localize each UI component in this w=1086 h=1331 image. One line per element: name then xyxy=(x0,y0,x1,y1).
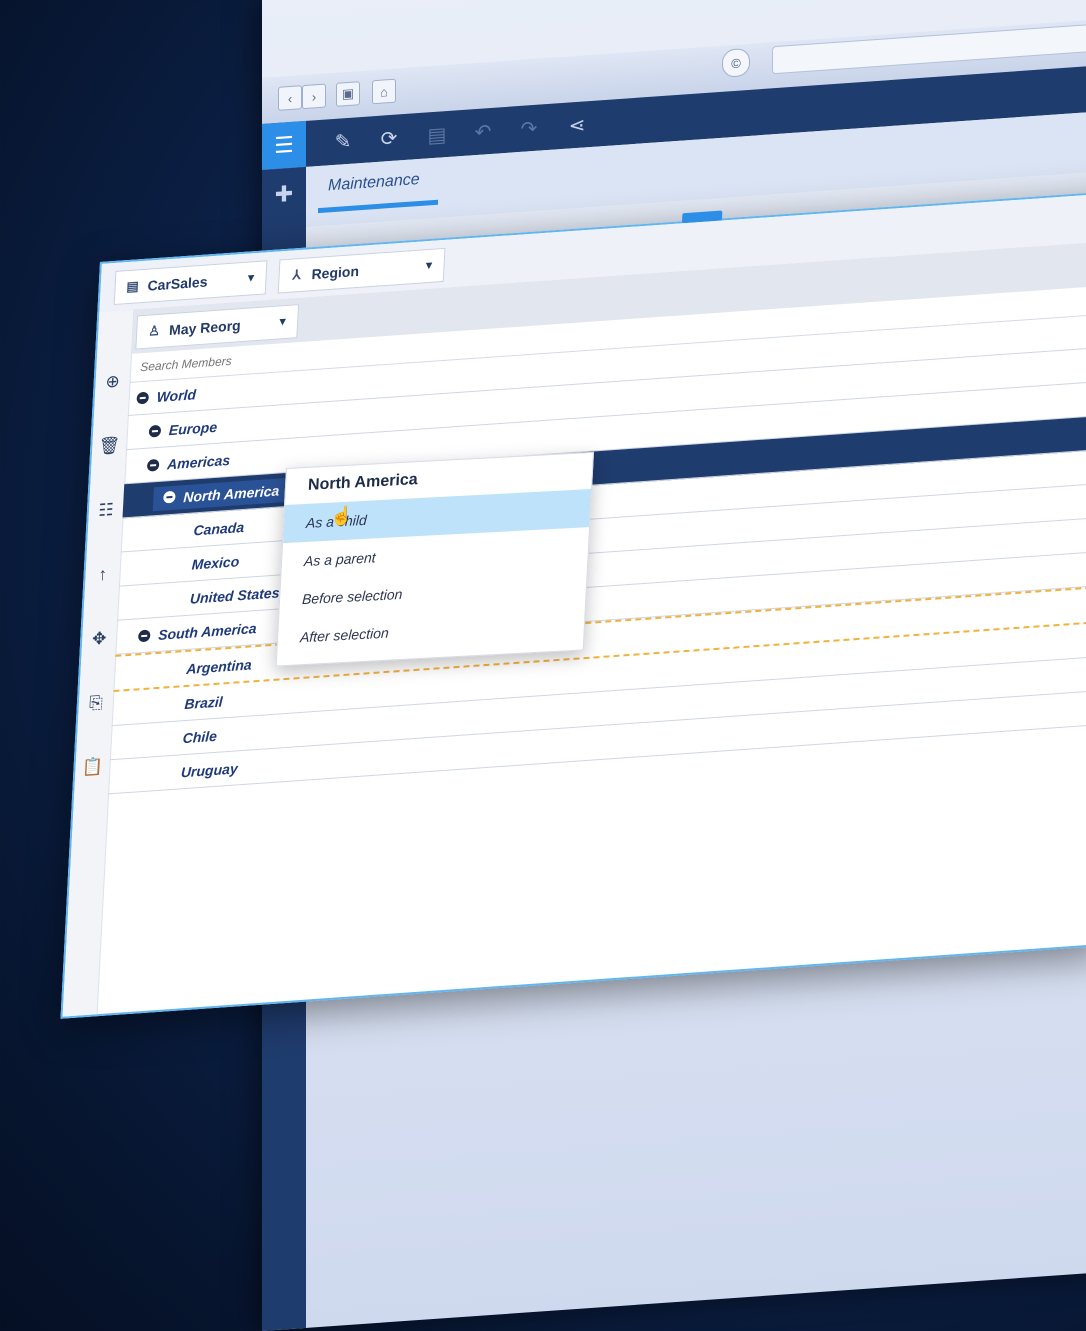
hierarchy-icon: ⅄ xyxy=(292,266,301,283)
chevron-down-icon: ▼ xyxy=(423,259,435,273)
indent-icon[interactable]: ☷ xyxy=(88,496,123,524)
tree-row-label: World xyxy=(156,385,197,405)
tree-row-label: Americas xyxy=(166,451,231,472)
copy-icon[interactable]: ⎘ xyxy=(78,689,113,717)
cube-dropdown[interactable]: ▤ CarSales ▼ xyxy=(113,260,268,306)
tree-row-label: Mexico xyxy=(191,552,240,573)
tree-row-label-selected: North America xyxy=(152,477,290,511)
paste-icon[interactable]: 📋 xyxy=(75,753,110,781)
pencil-icon[interactable]: ✎ xyxy=(328,125,358,157)
dimension-dropdown[interactable]: ⅄ Region ▼ xyxy=(277,247,446,294)
window-icon[interactable]: ▣ xyxy=(336,81,360,107)
tree-row-label: Uruguay xyxy=(180,759,239,780)
collapse-icon[interactable] xyxy=(136,391,150,404)
move-up-icon[interactable]: ↑ xyxy=(85,561,120,589)
move-icon[interactable]: ✥ xyxy=(82,625,117,653)
tree-row-label: United States xyxy=(189,583,280,607)
tree-row-label: Argentina xyxy=(185,655,253,677)
tree-row-label: Chile xyxy=(182,727,218,746)
add-icon[interactable]: ✚ xyxy=(262,175,306,214)
tree-row-label: Europe xyxy=(168,418,218,438)
add-member-icon[interactable]: ⊕ xyxy=(95,368,130,396)
address-bar[interactable] xyxy=(772,22,1086,75)
tab-active-indicator xyxy=(318,199,438,214)
back-icon[interactable]: ‹ xyxy=(278,85,302,111)
hierarchy-dropdown[interactable]: ♙ May Reorg ▼ xyxy=(135,304,300,350)
org-chart-icon: ♙ xyxy=(147,322,161,339)
menu-icon[interactable]: ☰ xyxy=(262,120,306,170)
member-tree: World Europe Americas North America Cana… xyxy=(108,311,1086,795)
tab-maintenance[interactable]: Maintenance xyxy=(328,171,420,195)
share-icon[interactable]: ⋖ xyxy=(562,109,592,141)
forward-icon[interactable]: › xyxy=(302,83,326,110)
delete-icon[interactable]: 🗑 xyxy=(92,432,127,460)
collapse-icon[interactable] xyxy=(146,458,160,472)
hierarchy-dropdown-label: May Reorg xyxy=(168,317,242,339)
collapse-icon[interactable] xyxy=(163,490,176,504)
tree-row-label: Canada xyxy=(193,518,245,538)
refresh-icon[interactable]: ⟳ xyxy=(374,122,404,154)
tree-row-label: North America xyxy=(182,481,280,505)
dimension-dropdown-label: Region xyxy=(311,262,360,283)
insert-position-menu: North America As a child As a parent Bef… xyxy=(275,451,594,667)
save-icon[interactable]: ▤ xyxy=(422,119,452,151)
home-icon[interactable]: ⌂ xyxy=(372,78,396,105)
tree-row-label: South America xyxy=(157,619,257,643)
tree-row-label: Brazil xyxy=(184,692,224,712)
chevron-down-icon: ▼ xyxy=(245,272,257,285)
redo-icon[interactable]: ↷ xyxy=(514,112,544,144)
copyright-icon[interactable]: © xyxy=(722,47,750,78)
cube-icon: ▤ xyxy=(126,278,140,295)
cube-dropdown-label: CarSales xyxy=(147,273,208,294)
hand-cursor-icon: ☝ xyxy=(329,505,354,527)
chevron-down-icon: ▼ xyxy=(276,315,289,329)
collapse-icon[interactable] xyxy=(137,628,151,642)
collapse-icon[interactable] xyxy=(148,424,162,438)
undo-icon[interactable]: ↶ xyxy=(468,115,498,147)
